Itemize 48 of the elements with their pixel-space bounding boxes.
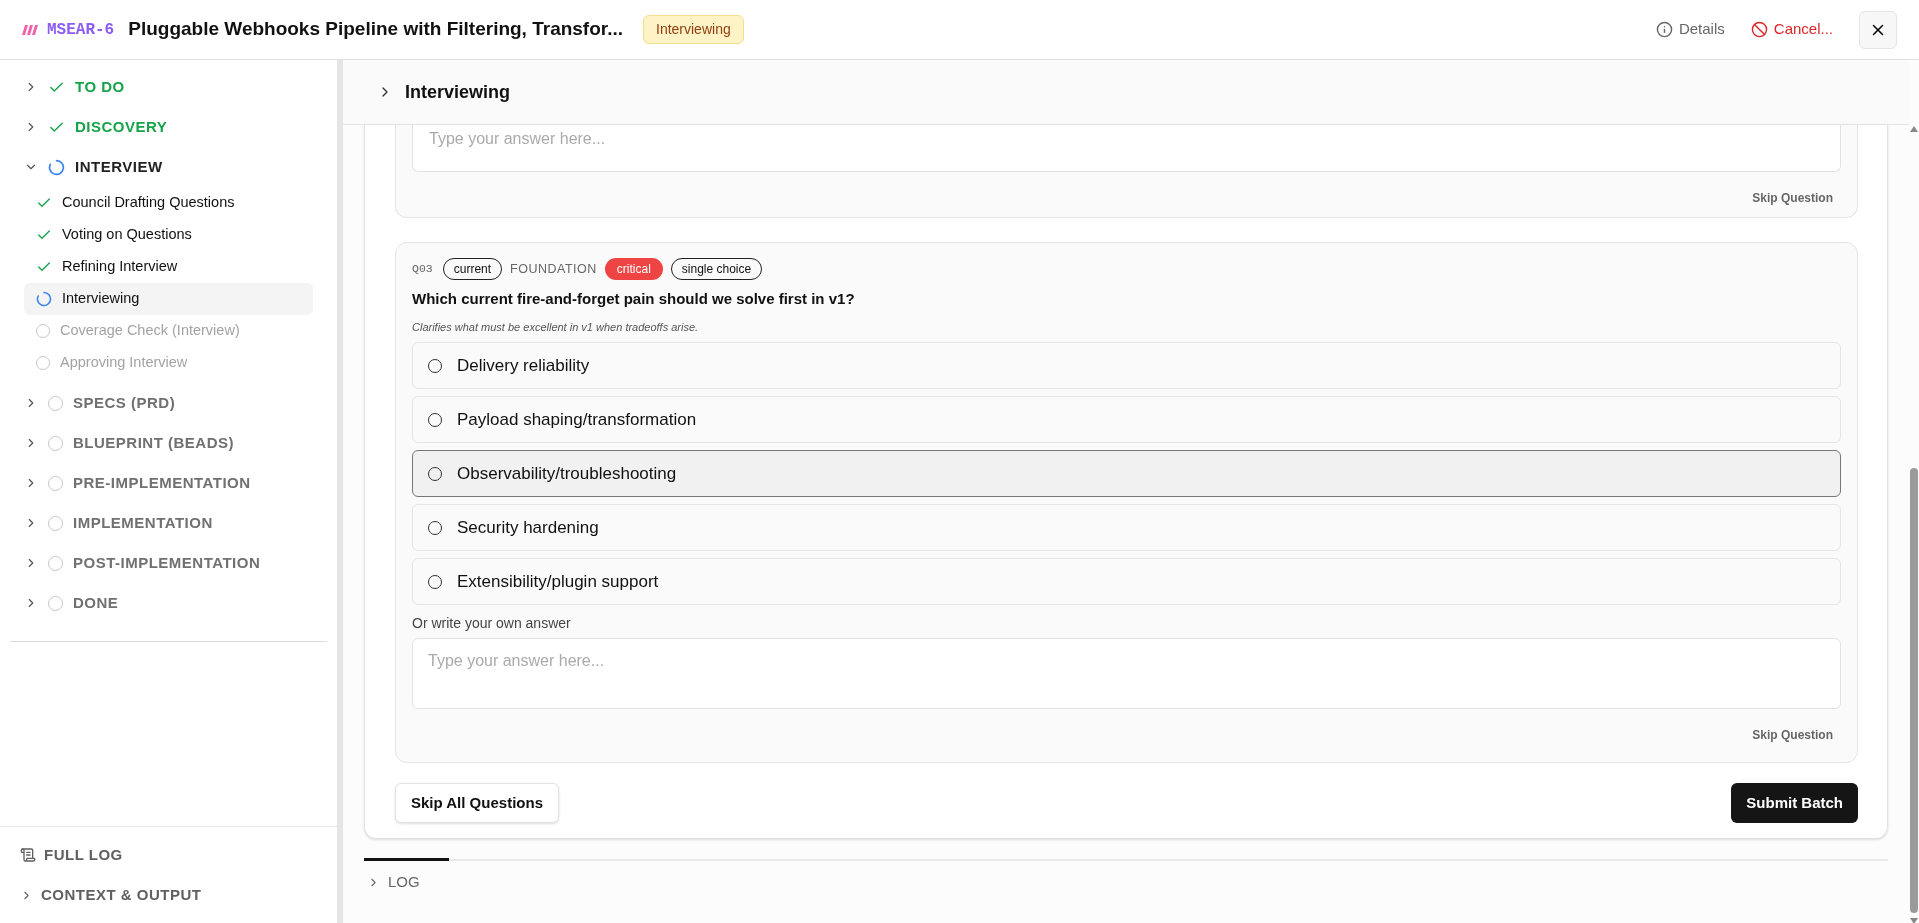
submit-batch-button[interactable]: Submit Batch [1731, 783, 1858, 823]
step-item[interactable]: Interviewing [24, 283, 313, 315]
question-tag: critical [604, 258, 663, 280]
question-number: Q03 [412, 261, 433, 278]
phase-item[interactable]: PRE-IMPLEMENTATION [24, 463, 313, 503]
phase-item[interactable]: DONE [24, 583, 313, 623]
skip-all-button[interactable]: Skip All Questions [395, 783, 559, 823]
phase-item[interactable]: BLUEPRINT (BEADS) [24, 423, 313, 463]
answer-option[interactable]: Security hardening [412, 504, 1841, 551]
skip-question-button[interactable]: Skip Question [1752, 189, 1833, 207]
answer-option[interactable]: Observability/troubleshooting [412, 450, 1841, 497]
question-text: Which current fire-and-forget pain should we solve first in v1? [412, 289, 856, 309]
answer-option[interactable]: Delivery reliability [412, 342, 1841, 389]
answer-field[interactable]: Type your answer here... [412, 638, 1841, 709]
scroll-up-icon[interactable] [1909, 125, 1919, 133]
phase-item[interactable]: TO DO [24, 67, 313, 107]
custom-answer-label: Or write your own answer [412, 614, 572, 633]
scrollbar[interactable] [1909, 125, 1919, 923]
spinner-icon [48, 158, 65, 176]
question-tag: FOUNDATION [510, 259, 597, 279]
cancel-button[interactable]: Cancel... [1750, 18, 1833, 41]
info-icon [1655, 21, 1673, 38]
question-hint: Clarifies what must be excellent in v1 when tradeoffs arise. [412, 319, 700, 335]
ban-icon [1750, 21, 1768, 38]
logo-icon [22, 24, 39, 35]
phase-item[interactable]: INTERVIEW [24, 147, 313, 187]
phase-item[interactable]: IMPLEMENTATION [24, 503, 313, 543]
log-toggle[interactable]: LOG [367, 871, 420, 894]
context-output-toggle[interactable]: CONTEXT & OUTPUT [20, 875, 317, 915]
close-button[interactable] [1859, 10, 1897, 49]
step-item[interactable]: Refining Interview [24, 251, 313, 283]
scroll-icon [20, 847, 36, 863]
stage-title[interactable]: Interviewing [405, 78, 511, 106]
status-badge: Interviewing [643, 15, 744, 44]
ticket-key: MSEAR-6 [47, 17, 115, 42]
answer-option[interactable]: Extensibility/plugin support [412, 558, 1841, 605]
step-item[interactable]: Voting on Questions [24, 219, 313, 251]
step-item[interactable]: Council Drafting Questions [24, 187, 313, 219]
phase-item[interactable]: DISCOVERY [24, 107, 313, 147]
ticket-title: Pluggable Webhooks Pipeline with Filtering, Transfor... [128, 17, 623, 42]
scroll-down-icon[interactable] [1909, 917, 1919, 923]
phase-item[interactable]: POST-IMPLEMENTATION [24, 543, 313, 583]
details-button[interactable]: Details [1655, 18, 1725, 41]
full-log-button[interactable]: FULL LOG [20, 835, 317, 875]
phase-item[interactable]: SPECS (PRD) [24, 383, 313, 423]
skip-question-button[interactable]: Skip Question [1752, 726, 1833, 744]
spinner-icon [36, 291, 52, 307]
answer-option[interactable]: Payload shaping/transformation [412, 396, 1841, 443]
